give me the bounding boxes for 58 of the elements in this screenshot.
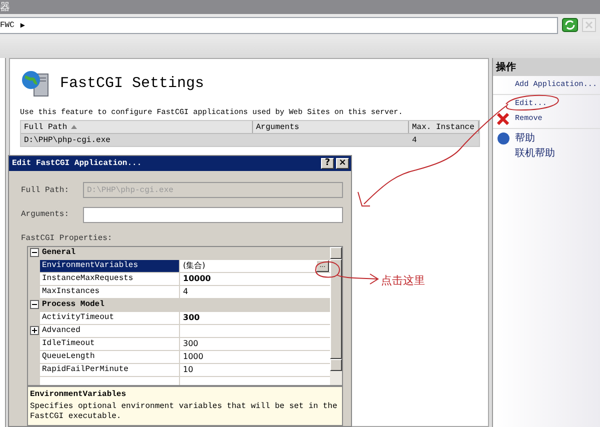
annotation-text: 点击这里: [381, 273, 425, 288]
refresh-icon[interactable]: [562, 18, 578, 32]
close-button[interactable]: ×: [336, 158, 349, 169]
category-label: Process Model: [41, 299, 104, 311]
property-row[interactable]: InstanceMaxRequests 10000: [28, 272, 330, 286]
property-name: QueueLength: [40, 350, 180, 363]
property-value: 10: [183, 365, 194, 374]
table-cell-text: 4: [411, 136, 418, 144]
action-link[interactable]: 帮助: [515, 131, 535, 145]
scroll-thumb[interactable]: [330, 258, 342, 359]
property-row[interactable]: Advanced: [28, 324, 330, 338]
property-value: 300: [183, 339, 198, 348]
column-header[interactable]: Full Path: [21, 121, 253, 133]
collapse-icon[interactable]: [30, 248, 38, 258]
property-value: 300: [183, 313, 200, 322]
text-field: D:\PHP\php-cgi.exe: [83, 182, 343, 198]
property-name: IdleTimeout: [40, 338, 180, 350]
category-row[interactable]: General: [28, 246, 330, 260]
property-row[interactable]: IdleTimeout 300: [28, 338, 330, 351]
property-name: MaxInstances: [40, 286, 180, 298]
collapse-icon[interactable]: [30, 300, 38, 310]
property-row[interactable]: RapidFailPerMinute 10: [28, 364, 330, 377]
table-cell-text: D:\PHP\php-cgi.exe: [23, 136, 112, 144]
category-label: General: [41, 247, 76, 259]
annotation-arrow: [336, 274, 379, 284]
help-button[interactable]: ?: [321, 158, 334, 169]
dialog-title: Edit FastCGI Application...: [12, 159, 143, 168]
description-title: EnvironmentVariables: [30, 390, 128, 400]
property-name: RapidFailPerMinute: [40, 364, 180, 376]
remove-icon: [497, 113, 509, 125]
window-title: 器: [0, 1, 10, 14]
description-text: Specifies optional environment variables that will be set in the FastCGI executable.: [30, 402, 338, 422]
property-name: InstanceMaxRequests: [40, 272, 180, 285]
property-row[interactable]: QueueLength 1000: [28, 350, 330, 364]
server-globe-icon: [20, 68, 50, 98]
text-field[interactable]: [83, 206, 343, 223]
property-value: 10000: [183, 274, 211, 284]
properties-label: FastCGI Properties:: [21, 234, 114, 243]
field-label: Arguments:: [21, 210, 70, 220]
action-link[interactable]: 联机帮助: [515, 146, 555, 160]
page-title: FastCGI Settings: [60, 74, 204, 92]
column-header[interactable]: Max. Instance: [409, 121, 479, 133]
property-row[interactable]: ActivityTimeout 300: [28, 312, 330, 325]
actions-title: 操作: [493, 58, 600, 76]
breadcrumb[interactable]: FWC: [0, 20, 14, 30]
property-name: Advanced: [40, 324, 180, 337]
help-icon: [497, 132, 510, 144]
property-name: ActivityTimeout: [40, 312, 180, 324]
property-value: 4: [183, 287, 188, 296]
property-value: (集合): [183, 260, 206, 272]
property-name: EnvironmentVariables: [40, 260, 180, 272]
table-row[interactable]: D:\PHP\php-cgi.exe 4: [21, 134, 479, 146]
expand-icon[interactable]: [30, 326, 38, 336]
field-label: Full Path:: [21, 186, 70, 195]
vertical-scrollbar[interactable]: [330, 246, 342, 386]
category-row[interactable]: Process Model: [28, 298, 330, 312]
property-value: 1000: [183, 352, 204, 362]
column-header[interactable]: Arguments: [253, 121, 409, 133]
